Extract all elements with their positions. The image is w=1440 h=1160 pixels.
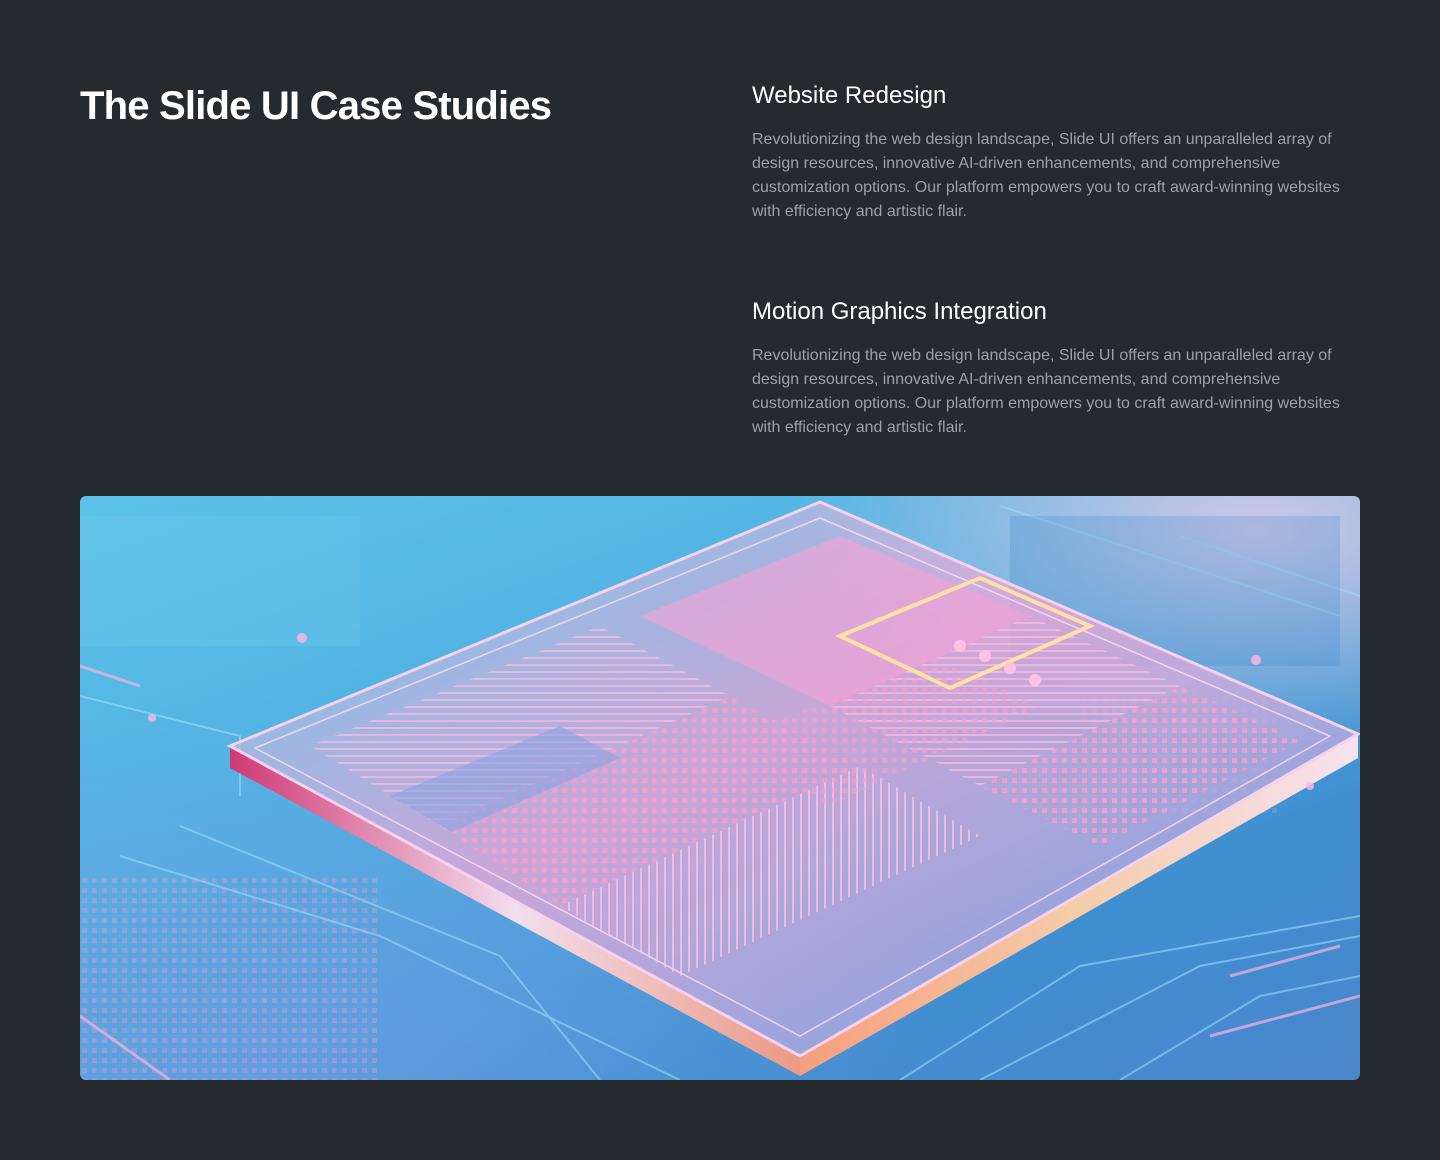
case-study-description: Revolutionizing the web design landscape…: [752, 131, 1340, 220]
hero-image-circuit-chip: [80, 496, 1360, 1080]
case-study-title: Website Redesign: [752, 82, 947, 109]
section-heading: The Slide UI Case Studies: [80, 84, 552, 128]
case-study-description: Revolutionizing the web design landscape…: [752, 347, 1340, 436]
case-study-website-redesign: Website Redesign Revolutionizing the web…: [752, 80, 1360, 224]
case-studies-section: The Slide UI Case Studies Website Redesi…: [0, 0, 1440, 1160]
case-study-motion-graphics: Motion Graphics Integration Revolutioniz…: [752, 296, 1360, 440]
case-study-list: Website Redesign Revolutionizing the web…: [752, 80, 1360, 512]
circuit-chip-illustration: [80, 500, 1360, 1080]
case-study-title: Motion Graphics Integration: [752, 298, 1047, 325]
